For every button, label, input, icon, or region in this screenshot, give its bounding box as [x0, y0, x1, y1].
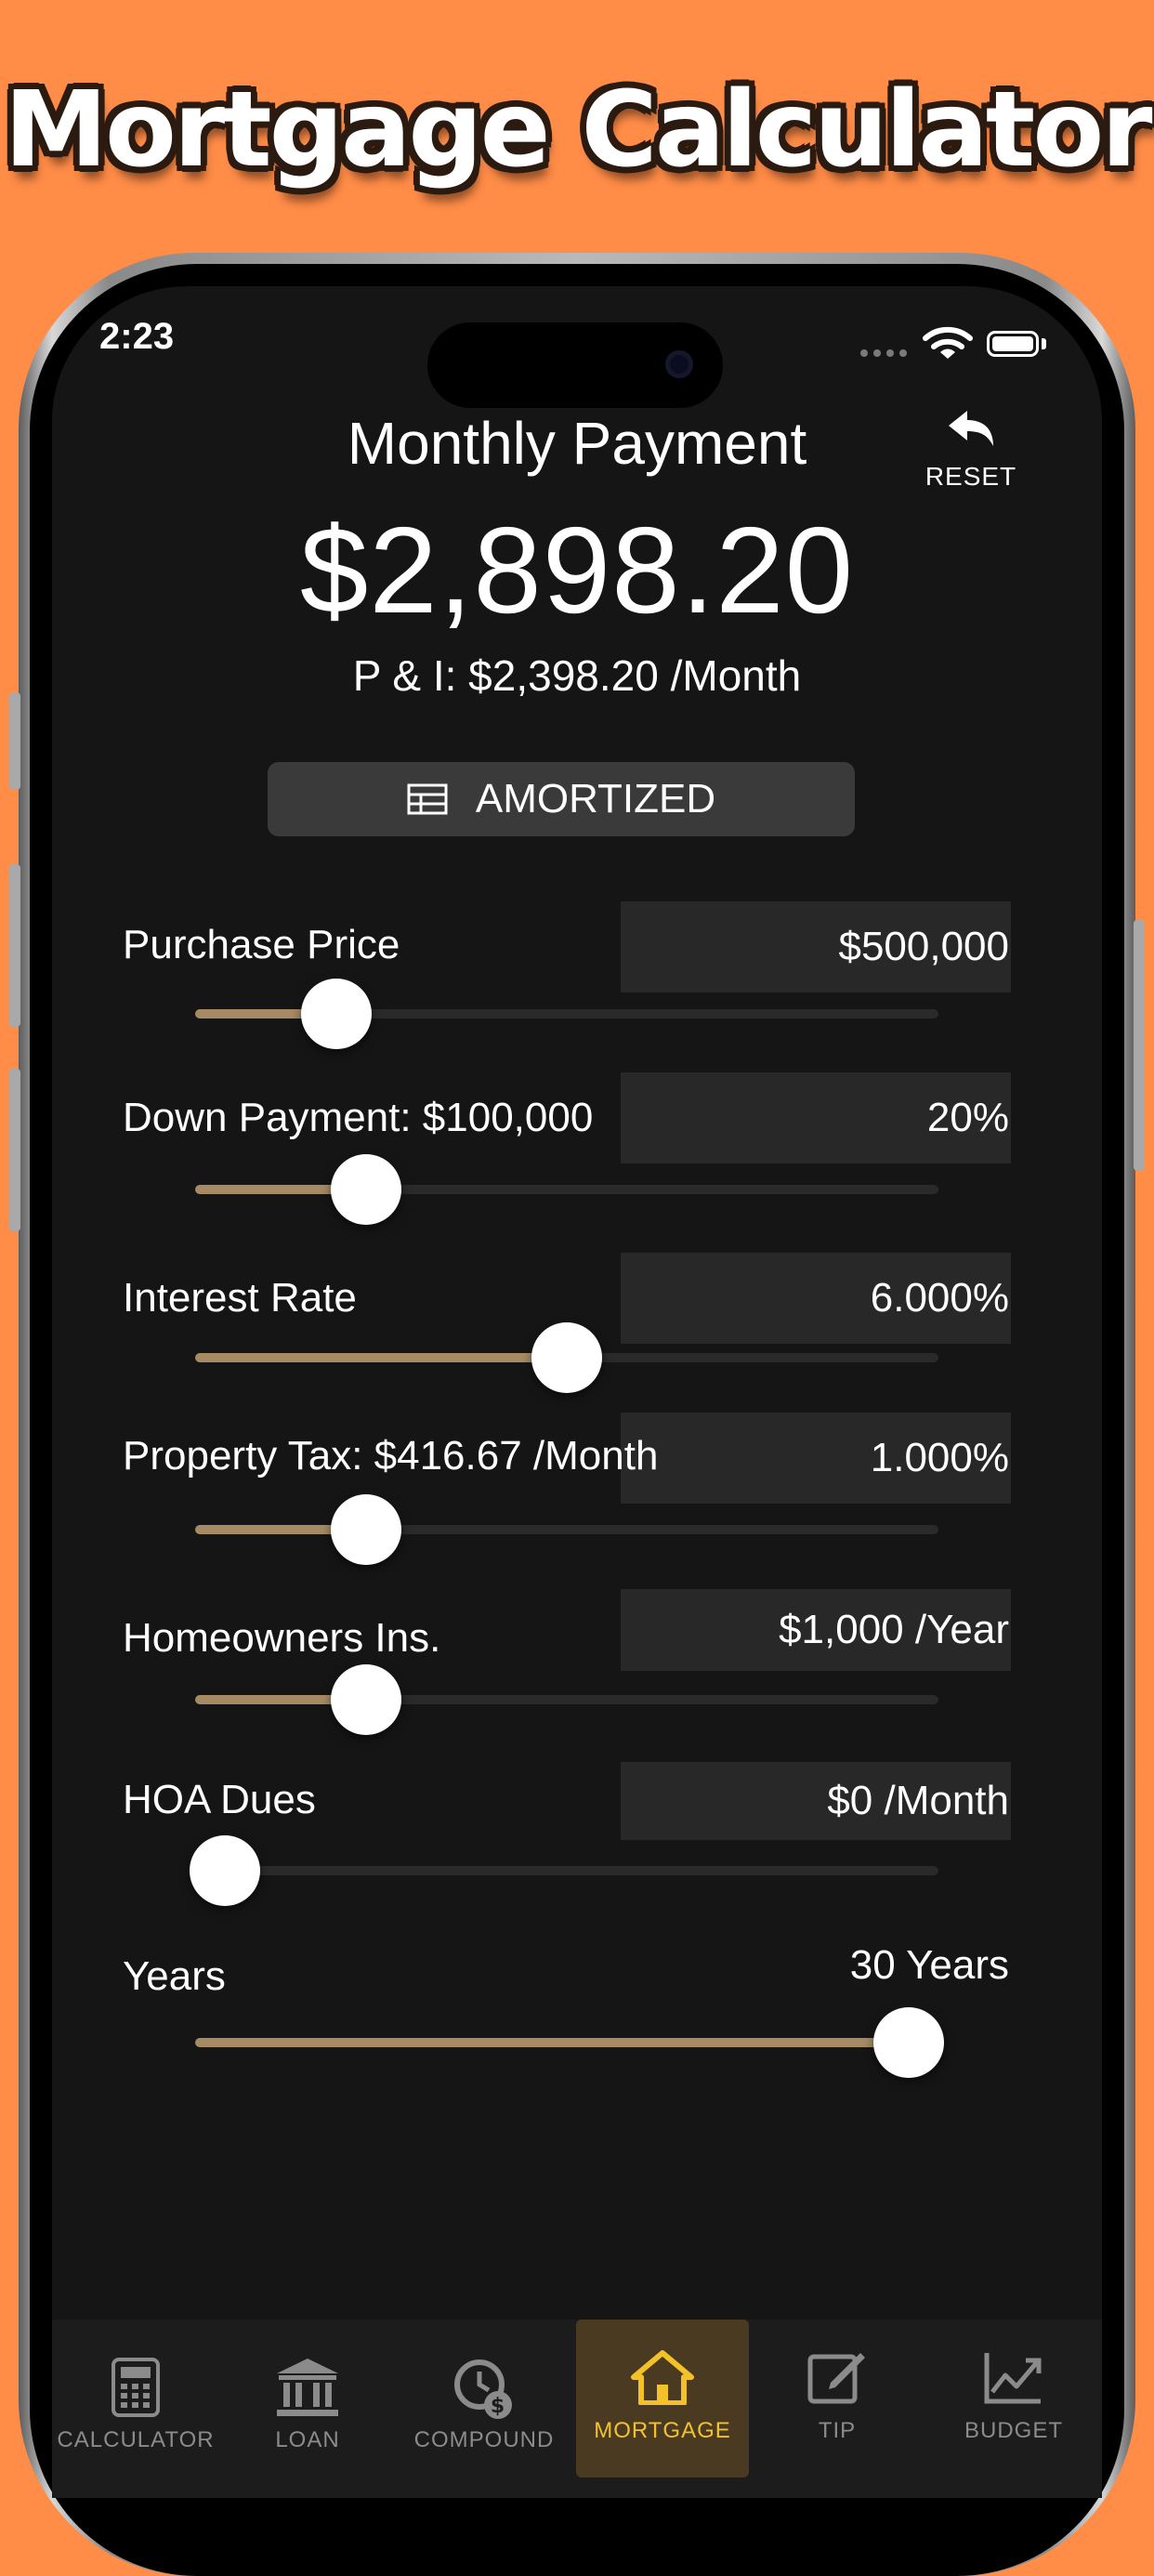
tab-loan[interactable]: LOAN	[219, 2320, 396, 2477]
homeowners-insurance-field[interactable]: $1,000 /Year	[621, 1589, 1011, 1671]
years-slider[interactable]	[195, 2007, 944, 2078]
interest-rate-field[interactable]: 6.000%	[621, 1253, 1011, 1344]
tab-budget[interactable]: BUDGET	[925, 2320, 1102, 2477]
reset-button[interactable]: RESET	[920, 407, 1022, 492]
tab-calculator[interactable]: CALCULATOR	[52, 2320, 219, 2477]
tab-label: LOAN	[275, 2427, 340, 2452]
tab-bar: CALCULATOR LOAN $ COMPOUND MORTGAGE TIP …	[52, 2320, 1102, 2498]
undo-icon	[949, 411, 993, 446]
reset-label: RESET	[925, 462, 1017, 491]
tab-label: CALCULATOR	[57, 2427, 215, 2452]
phone-side-button	[1134, 920, 1145, 1171]
years-value: 30 Years	[849, 1942, 1009, 1988]
phone-side-button	[9, 864, 20, 1027]
tab-label: BUDGET	[964, 2418, 1063, 2443]
promo-headline: Mortgage Calculator	[4, 70, 1152, 191]
bank-icon	[277, 2359, 338, 2416]
property-tax-label: Property Tax: $416.67 /Month	[123, 1433, 659, 1479]
down-payment-field[interactable]: 20%	[621, 1072, 1011, 1163]
property-tax-slider[interactable]	[195, 1494, 938, 1565]
house-icon	[631, 2350, 694, 2405]
homeowners-insurance-label: Homeowners Ins.	[123, 1615, 441, 1661]
status-time: 2:23	[99, 316, 175, 357]
slider-thumb[interactable]	[331, 1664, 401, 1735]
chart-line-icon	[984, 2353, 1042, 2404]
battery-icon	[987, 331, 1039, 357]
clock-dollar-icon: $	[454, 2359, 512, 2419]
slider-fill	[195, 2038, 909, 2047]
down-payment-label: Down Payment: $100,000	[123, 1095, 594, 1140]
slider-thumb[interactable]	[331, 1494, 401, 1565]
hoa-dues-slider[interactable]	[190, 1835, 938, 1906]
tab-label: COMPOUND	[413, 2427, 555, 2452]
hoa-dues-label: HOA Dues	[123, 1777, 316, 1822]
tab-compound[interactable]: $ COMPOUND	[396, 2320, 572, 2477]
slider-thumb[interactable]	[301, 979, 372, 1049]
camera	[665, 350, 693, 378]
tab-label: TIP	[818, 2418, 857, 2443]
hoa-dues-field[interactable]: $0 /Month	[621, 1762, 1011, 1840]
homeowners-insurance-slider[interactable]	[195, 1664, 938, 1735]
status-icons	[855, 325, 1050, 362]
slider-thumb[interactable]	[531, 1322, 602, 1393]
purchase-price-slider[interactable]	[195, 979, 938, 1049]
interest-rate-label: Interest Rate	[123, 1275, 357, 1321]
phone-side-button	[9, 1069, 20, 1231]
edit-icon	[807, 2353, 865, 2404]
years-label: Years	[123, 1953, 226, 1999]
svg-text:$: $	[491, 2395, 505, 2418]
calculator-icon	[111, 2358, 160, 2417]
tab-label: MORTGAGE	[594, 2418, 731, 2443]
phone-side-button	[9, 692, 20, 790]
property-tax-field[interactable]: 1.000%	[621, 1413, 1011, 1504]
wifi-icon	[923, 326, 973, 359]
purchase-price-label: Purchase Price	[123, 922, 400, 967]
down-payment-slider[interactable]	[195, 1154, 938, 1225]
amortized-label: AMORTIZED	[475, 776, 716, 821]
monthly-payment-amount: $2,898.20	[299, 502, 855, 638]
table-icon	[407, 783, 448, 815]
purchase-price-field[interactable]: $500,000	[621, 901, 1011, 992]
amortized-button[interactable]: AMORTIZED	[268, 762, 855, 836]
slider-thumb[interactable]	[331, 1154, 401, 1225]
tab-mortgage[interactable]: MORTGAGE	[576, 2320, 749, 2477]
slider-fill	[195, 1353, 567, 1362]
tab-tip[interactable]: TIP	[749, 2320, 925, 2477]
interest-rate-slider[interactable]	[195, 1322, 938, 1393]
principal-interest-summary: P & I: $2,398.20 /Month	[352, 651, 802, 700]
slider-thumb[interactable]	[873, 2007, 944, 2078]
slider-thumb[interactable]	[190, 1835, 260, 1906]
